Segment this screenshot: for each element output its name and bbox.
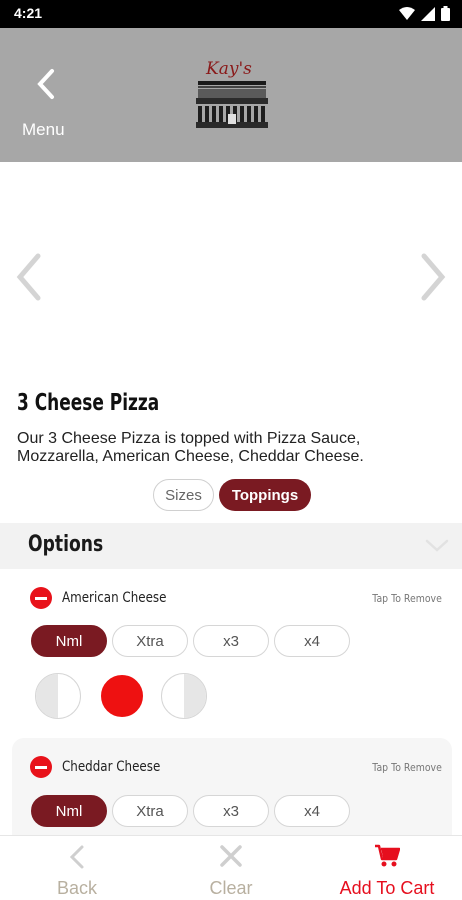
clear-label: Clear: [209, 878, 253, 898]
close-icon: [220, 845, 242, 867]
option-tabs: Sizes Toppings: [0, 479, 462, 511]
wifi-icon: [399, 6, 415, 20]
tab-sizes[interactable]: Sizes: [153, 479, 214, 511]
chevron-left-icon: [37, 69, 54, 99]
right-half-button[interactable]: [161, 673, 207, 719]
amount-xtra-button[interactable]: Xtra: [112, 625, 188, 657]
remove-topping-icon[interactable]: [30, 587, 52, 609]
left-half-button[interactable]: [35, 673, 81, 719]
remove-topping-icon[interactable]: [30, 756, 52, 778]
amount-xtra-button[interactable]: Xtra: [112, 795, 188, 827]
chevron-left-icon: [69, 845, 84, 869]
clear-button[interactable]: Clear: [184, 836, 278, 900]
topping-american-cheese: American Cheese Tap To Remove Nml Xtra x…: [12, 575, 452, 730]
back-button[interactable]: Back: [30, 836, 124, 900]
back-label: Back: [56, 878, 98, 898]
bottom-action-bar: Back Clear Add To Cart: [0, 835, 462, 900]
options-title: Options: [28, 532, 104, 557]
add-to-cart-label: Add To Cart: [339, 878, 435, 898]
menu-label: Menu: [22, 120, 65, 139]
add-to-cart-button[interactable]: Add To Cart: [320, 836, 454, 900]
shopping-cart-icon: [375, 844, 400, 867]
chevron-down-icon[interactable]: [424, 537, 450, 555]
carousel-prev-icon[interactable]: [12, 252, 46, 302]
whole-pizza-button[interactable]: [101, 675, 143, 717]
amount-nml-button[interactable]: Nml: [31, 625, 107, 657]
status-time: 4:21: [14, 5, 43, 21]
header: Menu Kay's: [0, 28, 462, 162]
tab-toppings[interactable]: Toppings: [219, 479, 311, 511]
topping-name: Cheddar Cheese: [62, 759, 161, 775]
restaurant-logo: Kay's: [194, 56, 270, 134]
menu-back-button[interactable]: Menu: [18, 68, 74, 139]
battery-icon: [441, 6, 450, 21]
amount-x3-button[interactable]: x3: [193, 795, 269, 827]
image-carousel[interactable]: [0, 162, 462, 387]
app-screen: 4:21 Menu Kay's 3 Cheese Pizza Our 3 Che…: [0, 0, 462, 900]
topping-name: American Cheese: [62, 590, 167, 606]
amount-nml-button[interactable]: Nml: [31, 795, 107, 827]
status-icons: [399, 6, 450, 21]
amount-x3-button[interactable]: x3: [193, 625, 269, 657]
carousel-next-icon[interactable]: [416, 252, 450, 302]
options-header[interactable]: Options: [0, 523, 462, 569]
signal-icon: [421, 6, 435, 21]
status-bar: 4:21: [0, 0, 462, 28]
tap-to-remove[interactable]: Tap To Remove: [372, 761, 442, 774]
amount-x4-button[interactable]: x4: [274, 625, 350, 657]
logo-text: Kay's: [205, 59, 252, 79]
item-title: 3 Cheese Pizza: [17, 390, 160, 416]
amount-x4-button[interactable]: x4: [274, 795, 350, 827]
topping-cheddar-cheese: Cheddar Cheese Tap To Remove Nml Xtra x3…: [12, 738, 452, 838]
item-description: Our 3 Cheese Pizza is topped with Pizza …: [17, 430, 364, 465]
tap-to-remove[interactable]: Tap To Remove: [372, 592, 442, 605]
